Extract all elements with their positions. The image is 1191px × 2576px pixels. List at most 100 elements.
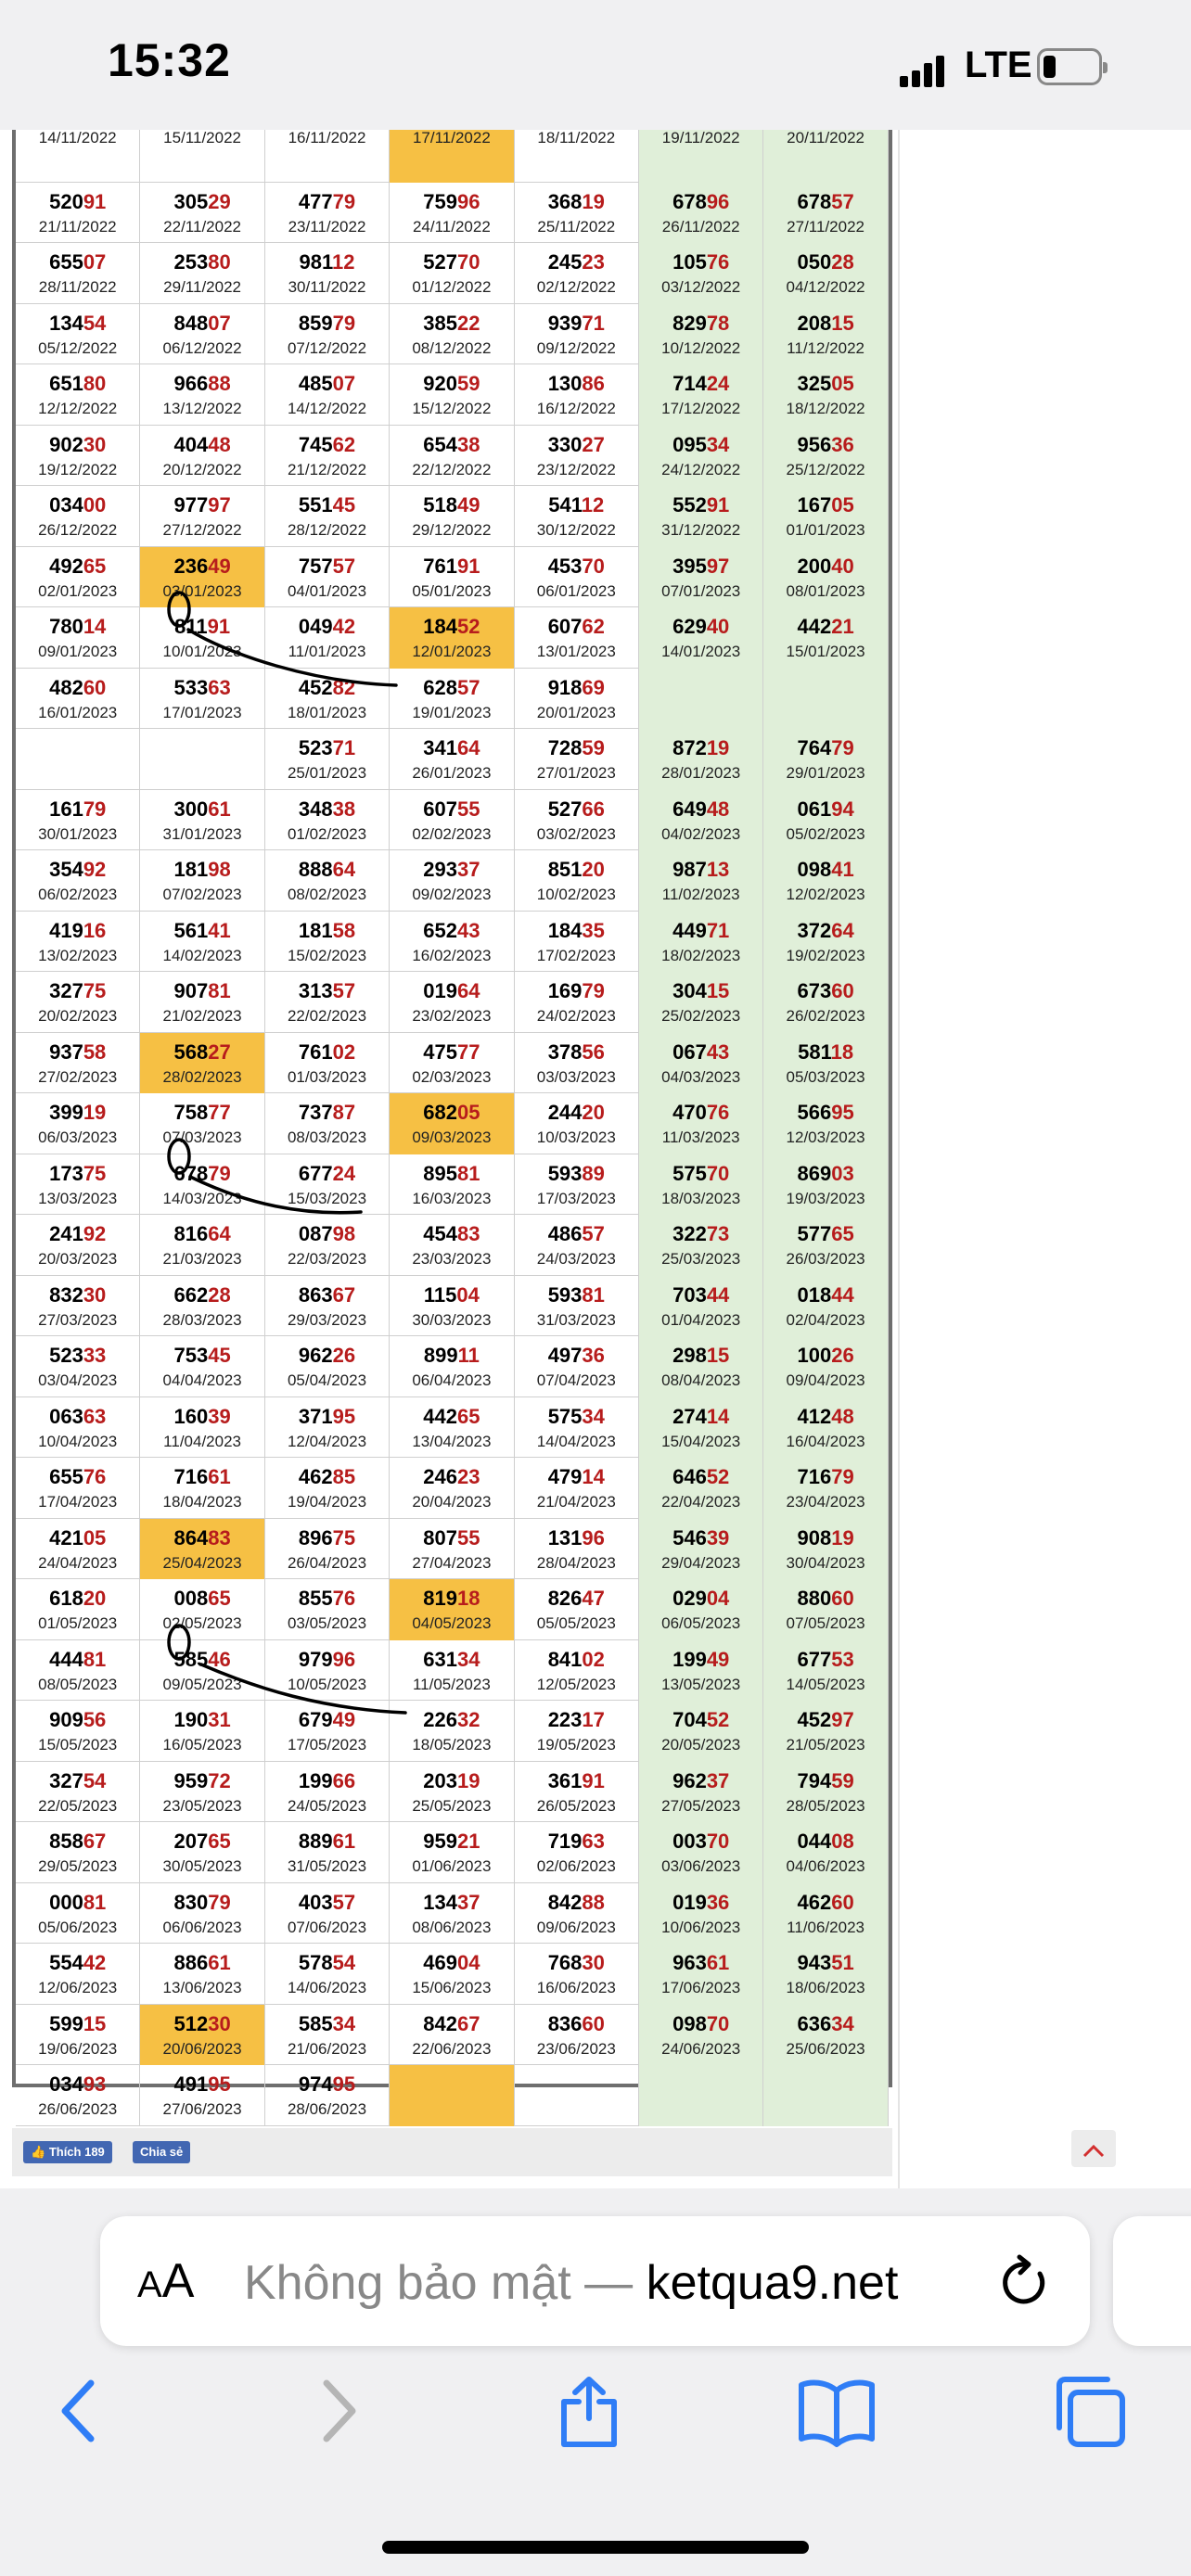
table-row: 93758 27/02/2023 56827 28/02/2023 76102 01/03… xyxy=(16,1032,889,1093)
tabs-icon[interactable] xyxy=(1052,2374,1130,2448)
result-date: 12/01/2023 xyxy=(412,643,492,660)
result-number: 95636 xyxy=(797,432,854,456)
back-icon[interactable] xyxy=(56,2374,102,2448)
result-cell: 70452 20/05/2023 xyxy=(639,1701,764,1762)
result-date: 22/11/2022 xyxy=(163,217,241,236)
result-date: 12/04/2023 xyxy=(287,1432,367,1450)
result-cell: 71424 17/12/2022 xyxy=(639,364,764,426)
result-cell: 85576 03/05/2023 xyxy=(265,1579,391,1640)
result-cell: 01964 23/02/2023 xyxy=(390,972,515,1033)
result-date: 28/06/2023 xyxy=(287,2100,367,2118)
result-number: 57854 xyxy=(298,1951,356,1974)
result-cell: 18158 15/02/2023 xyxy=(265,911,391,972)
table-row: 16179 30/01/2023 30061 31/01/2023 34838 01/02… xyxy=(16,789,889,850)
result-date: 30/11/2022 xyxy=(288,278,366,296)
forward-icon[interactable] xyxy=(315,2374,362,2448)
result-number: 52091 xyxy=(49,189,107,213)
highlighted-result-cell: 18452 12/01/2023 xyxy=(390,607,515,669)
result-date: 04/05/2023 xyxy=(412,1614,492,1632)
result-date: 13/06/2023 xyxy=(162,1979,242,1996)
highlighted-result-cell: 17/11/2022 xyxy=(390,130,515,183)
like-label: Thích 189 xyxy=(48,2145,105,2159)
result-date: 09/02/2023 xyxy=(412,886,492,903)
table-row: 03493 26/06/2023 49195 27/06/2023 97495 28/06… xyxy=(16,2065,889,2126)
table-row: 61820 01/05/2023 00865 02/05/2023 85576 03/05… xyxy=(16,1579,889,1640)
back-to-top-button[interactable] xyxy=(1071,2130,1116,2167)
result-number: 01936 xyxy=(672,1890,730,1914)
result-cell: 38522 08/12/2022 xyxy=(390,303,515,364)
result-cell: 47914 21/04/2023 xyxy=(515,1458,639,1519)
result-cell: 75877 07/03/2023 xyxy=(140,1093,265,1154)
result-date: 19/05/2023 xyxy=(536,1736,616,1753)
result-cell: 44265 13/04/2023 xyxy=(390,1396,515,1458)
result-cell: 06194 05/02/2023 xyxy=(763,789,889,850)
result-date: 17/06/2023 xyxy=(661,1979,741,1996)
result-date: 22/04/2023 xyxy=(661,1493,741,1511)
cellular-signal-icon xyxy=(900,50,955,87)
result-number: 73787 xyxy=(298,1101,356,1124)
result-date: 01/03/2023 xyxy=(287,1067,367,1086)
result-number: 22317 xyxy=(547,1708,605,1731)
facebook-like-button[interactable]: 👍 Thích 189 xyxy=(23,2141,112,2163)
result-date: 23/02/2023 xyxy=(412,1007,492,1025)
result-cell: 54112 30/12/2022 xyxy=(515,486,639,547)
result-number: 82647 xyxy=(547,1587,605,1610)
result-date: 21/02/2023 xyxy=(162,1007,242,1025)
result-number: 62940 xyxy=(672,615,730,638)
result-cell: 84807 06/12/2022 xyxy=(140,303,265,364)
table-row: 49265 02/01/2023 23649 03/01/2023 75757 04/01… xyxy=(16,546,889,607)
result-date: 25/02/2023 xyxy=(661,1007,741,1025)
result-cell: 19031 16/05/2023 xyxy=(140,1701,265,1762)
result-cell xyxy=(16,729,141,790)
bookmarks-icon[interactable] xyxy=(798,2374,876,2448)
result-cell: 82978 10/12/2022 xyxy=(639,303,764,364)
result-number: 54639 xyxy=(672,1525,730,1549)
result-number: 31357 xyxy=(298,979,356,1002)
result-cell: 64948 04/02/2023 xyxy=(639,789,764,850)
result-cell: 89581 16/03/2023 xyxy=(390,1154,515,1215)
result-cell: 75996 24/11/2022 xyxy=(390,182,515,243)
result-cell: 57534 14/04/2023 xyxy=(515,1396,639,1458)
result-cell: 56141 14/02/2023 xyxy=(140,911,265,972)
result-cell: 36191 26/05/2023 xyxy=(515,1761,639,1822)
result-cell: 60755 02/02/2023 xyxy=(390,789,515,850)
text-size-button[interactable]: AA xyxy=(137,2253,194,2309)
result-cell: 02904 06/05/2023 xyxy=(639,1579,764,1640)
result-number: 86367 xyxy=(298,1282,356,1307)
result-number: 60755 xyxy=(423,797,480,821)
adjacent-tab-preview[interactable] xyxy=(1113,2216,1191,2346)
result-cell: 57854 14/06/2023 xyxy=(265,1944,391,2005)
reload-icon[interactable] xyxy=(995,2253,1055,2313)
result-cell: 48657 24/03/2023 xyxy=(515,1215,639,1276)
result-date: 14/04/2023 xyxy=(536,1432,616,1450)
result-cell: 29815 08/04/2023 xyxy=(639,1336,764,1397)
result-cell: 90956 15/05/2023 xyxy=(16,1701,141,1762)
result-cell: 34838 01/02/2023 xyxy=(265,789,391,850)
result-cell: 81191 10/01/2023 xyxy=(140,607,265,669)
result-number: 18158 xyxy=(298,918,356,942)
result-date: 13/02/2023 xyxy=(38,946,118,964)
share-icon[interactable] xyxy=(557,2374,621,2448)
web-page[interactable]: 14/11/2022 15/11/2022 16/11/2022 17/11/2022… xyxy=(0,130,1191,2188)
result-date: 14/02/2023 xyxy=(162,946,242,964)
result-date: 27/04/2023 xyxy=(412,1553,492,1572)
url-display[interactable]: Không bảo mật — ketqua9.net xyxy=(244,2255,967,2311)
table-row: 65507 28/11/2022 25380 29/11/2022 98112 30/11… xyxy=(16,243,889,304)
result-number: 57570 xyxy=(672,1161,730,1185)
table-row: 44481 08/05/2023 58546 09/05/2023 97996 10/05… xyxy=(16,1639,889,1701)
result-number: 75345 xyxy=(173,1344,231,1367)
result-date: 18/06/2023 xyxy=(786,1979,865,1996)
address-bar[interactable]: AA Không bảo mật — ketqua9.net xyxy=(100,2216,1090,2346)
result-cell: 19949 13/05/2023 xyxy=(639,1639,764,1701)
result-number: 97797 xyxy=(173,493,231,516)
result-cell: 73787 08/03/2023 xyxy=(265,1093,391,1154)
result-date: 13/01/2023 xyxy=(536,643,616,660)
result-date: 06/01/2023 xyxy=(536,581,616,600)
result-cell: 80755 27/04/2023 xyxy=(390,1518,515,1579)
result-cell: 20040 08/01/2023 xyxy=(763,546,889,607)
result-number: 46904 xyxy=(423,1951,480,1974)
result-number: 71424 xyxy=(672,372,730,395)
result-number: 95921 xyxy=(423,1830,480,1853)
facebook-share-button[interactable]: Chia sẻ xyxy=(133,2141,191,2163)
result-number: 85120 xyxy=(547,858,605,881)
